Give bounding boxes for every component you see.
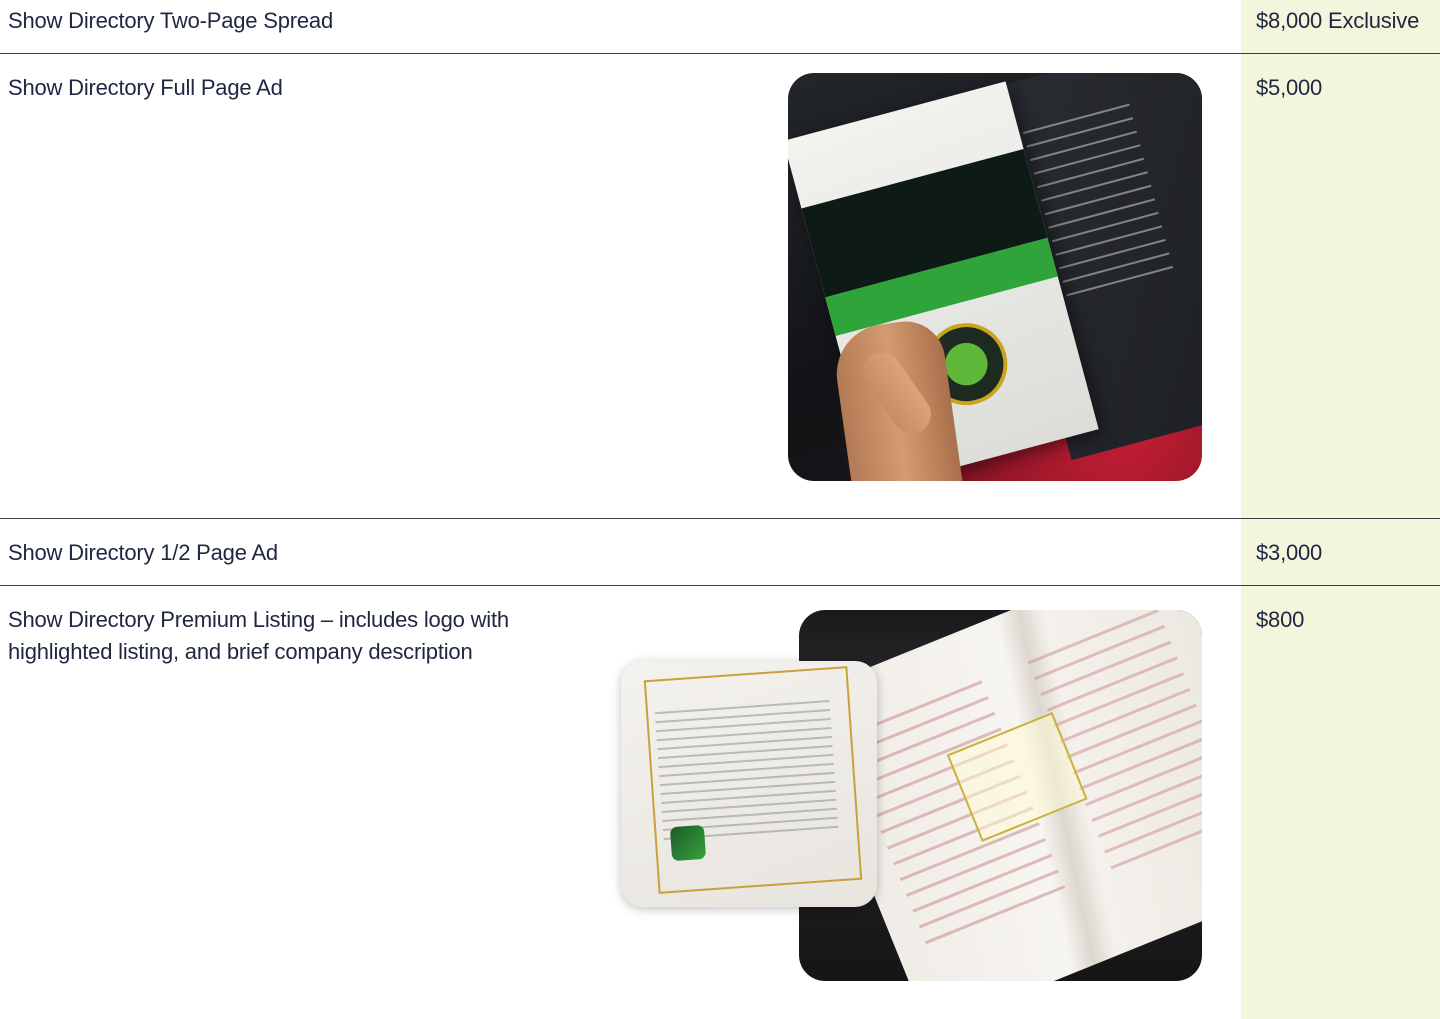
row-full-page-ad-title: Show Directory Full Page Ad <box>8 75 283 100</box>
row-premium-listing-title-line2: highlighted listing, and brief company d… <box>8 639 473 664</box>
premium-listing-inset <box>621 661 877 907</box>
divider <box>0 53 1440 54</box>
divider <box>0 518 1440 519</box>
logo-icon <box>669 824 707 862</box>
row-premium-listing-title: Show Directory Premium Listing – include… <box>8 604 509 668</box>
row-two-page-spread-price: $8,000 Exclusive <box>1256 8 1420 33</box>
row-two-page-spread-title: Show Directory Two-Page Spread <box>8 8 333 33</box>
row-premium-listing-title-line1: Show Directory Premium Listing – include… <box>8 607 509 632</box>
row-half-page-ad-price: $3,000 <box>1256 540 1323 565</box>
row-half-page-ad-title: Show Directory 1/2 Page Ad <box>8 540 278 565</box>
divider <box>0 585 1440 586</box>
row-premium-listing-price: $800 <box>1256 607 1305 632</box>
full-page-ad-photo <box>788 73 1202 481</box>
row-full-page-ad-price: $5,000 <box>1256 75 1323 100</box>
price-column <box>1241 0 1440 1019</box>
